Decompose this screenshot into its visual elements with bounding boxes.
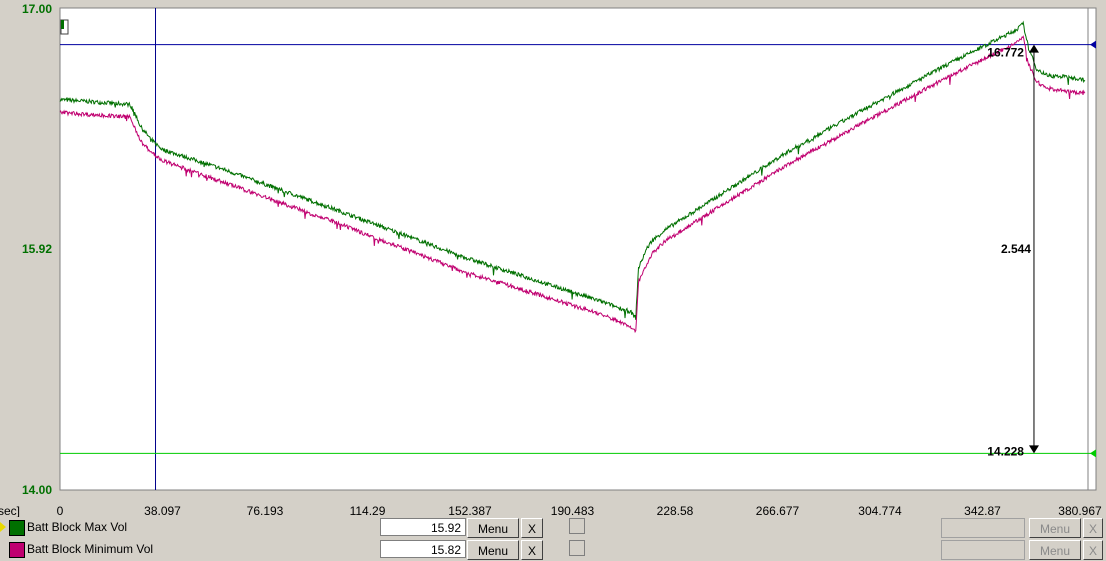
- x-tick-label: 152.387: [448, 504, 492, 517]
- series-value-field[interactable]: 15.82: [380, 540, 466, 558]
- legend-row-min[interactable]: Batt Block Minimum Vol 15.82 Menu X Menu…: [0, 539, 1106, 561]
- x-tick-label: 0: [57, 504, 64, 517]
- series-close-button[interactable]: X: [521, 518, 543, 538]
- delta-value: 2.544: [1001, 242, 1031, 256]
- x-tick-label: 380.967: [1058, 504, 1102, 517]
- series-close-button[interactable]: X: [521, 540, 543, 560]
- right-menu-button[interactable]: Menu: [1029, 540, 1081, 560]
- chart-area[interactable]: 17.00 15.92 14.00 sec] 0 38.097 76.193 1…: [0, 0, 1106, 517]
- selected-series-marker-icon: [0, 522, 6, 532]
- legend-row-max[interactable]: Batt Block Max Vol 15.92 Menu X Menu X: [0, 517, 1106, 539]
- cursor-tab-fill: [61, 20, 64, 29]
- right-value-field: [941, 518, 1025, 538]
- series-menu-button[interactable]: Menu: [467, 540, 519, 560]
- series-checkbox[interactable]: [569, 518, 585, 534]
- right-value-field: [941, 540, 1025, 560]
- x-axis-unit-label: sec]: [0, 504, 20, 517]
- x-tick-label: 342.87: [964, 504, 1001, 517]
- series-label: Batt Block Minimum Vol: [27, 542, 154, 556]
- y-tick-label: 14.00: [22, 483, 52, 497]
- series-color-swatch[interactable]: [9, 520, 25, 536]
- lower-cursor-value: 14.228: [987, 444, 1024, 458]
- x-tick-label: 190.483: [551, 504, 595, 517]
- y-tick-label: 17.00: [22, 2, 52, 16]
- x-tick-label: 228.58: [657, 504, 694, 517]
- series-menu-button[interactable]: Menu: [467, 518, 519, 538]
- upper-cursor-value: 16.772: [987, 46, 1024, 60]
- x-tick-label: 114.29: [350, 504, 386, 517]
- right-menu-button[interactable]: Menu: [1029, 518, 1081, 538]
- series-color-swatch[interactable]: [9, 542, 25, 558]
- x-tick-label: 266.677: [756, 504, 800, 517]
- series-value-field[interactable]: 15.92: [380, 518, 466, 536]
- x-tick-label: 304.774: [858, 504, 902, 517]
- x-tick-label: 38.097: [144, 504, 181, 517]
- series-checkbox[interactable]: [569, 540, 585, 556]
- plot-frame: [59, 7, 1089, 491]
- x-tick-label: 76.193: [247, 504, 284, 517]
- right-close-button[interactable]: X: [1083, 540, 1103, 560]
- right-close-button[interactable]: X: [1083, 518, 1103, 538]
- y-tick-label: 15.92: [22, 242, 52, 256]
- series-label: Batt Block Max Vol: [27, 520, 128, 534]
- right-scroll-strip[interactable]: [1087, 7, 1097, 491]
